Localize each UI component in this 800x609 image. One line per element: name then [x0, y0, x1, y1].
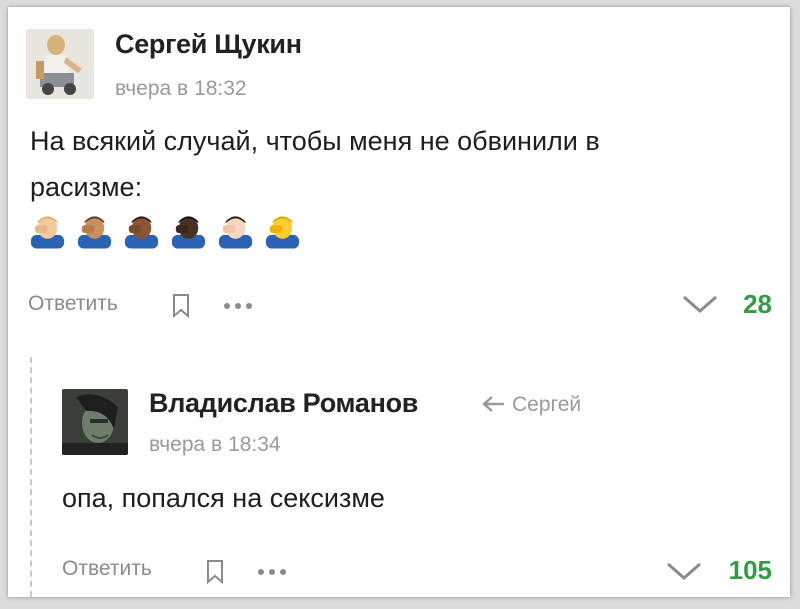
reply-to-name[interactable]: Сергей [512, 393, 581, 417]
reply-thread-line [30, 357, 32, 597]
emoji-row [28, 213, 302, 249]
reply-score: 105 [728, 555, 772, 585]
reply-text: опа, попался на сексизме [62, 483, 385, 513]
reply-bookmark-icon[interactable] [205, 559, 225, 585]
comment-author[interactable]: Сергей Щукин [115, 29, 302, 60]
comment-text-line2: расизме: [30, 172, 143, 202]
facepalm-medium-icon [77, 216, 112, 249]
reply-avatar[interactable] [62, 389, 128, 455]
reply-reply-button[interactable]: Ответить [62, 557, 152, 581]
chevron-down-icon[interactable] [680, 293, 720, 317]
facepalm-dark-icon [171, 216, 206, 249]
comment-time[interactable]: вчера в 18:32 [115, 77, 247, 101]
facepalm-medium-dark-icon [124, 216, 159, 249]
facepalm-default-light-icon [218, 216, 253, 249]
reply-author[interactable]: Владислав Романов [149, 388, 418, 419]
facepalm-yellow-icon [265, 216, 300, 249]
comment-card: Сергей Щукин вчера в 18:32 На всякий слу… [8, 7, 790, 597]
reply-arrow-icon [482, 396, 504, 412]
comment-text-line1: На всякий случай, чтобы меня не обвинили… [30, 126, 600, 156]
bookmark-icon[interactable] [171, 293, 191, 319]
more-icon[interactable] [222, 301, 254, 311]
reply-more-icon[interactable] [256, 567, 288, 577]
reply-chevron-down-icon[interactable] [664, 560, 704, 584]
comment-score: 28 [743, 289, 772, 319]
avatar[interactable] [26, 29, 94, 99]
reply-time[interactable]: вчера в 18:34 [149, 433, 281, 457]
facepalm-light-icon [30, 216, 65, 249]
reply-button[interactable]: Ответить [28, 292, 118, 316]
